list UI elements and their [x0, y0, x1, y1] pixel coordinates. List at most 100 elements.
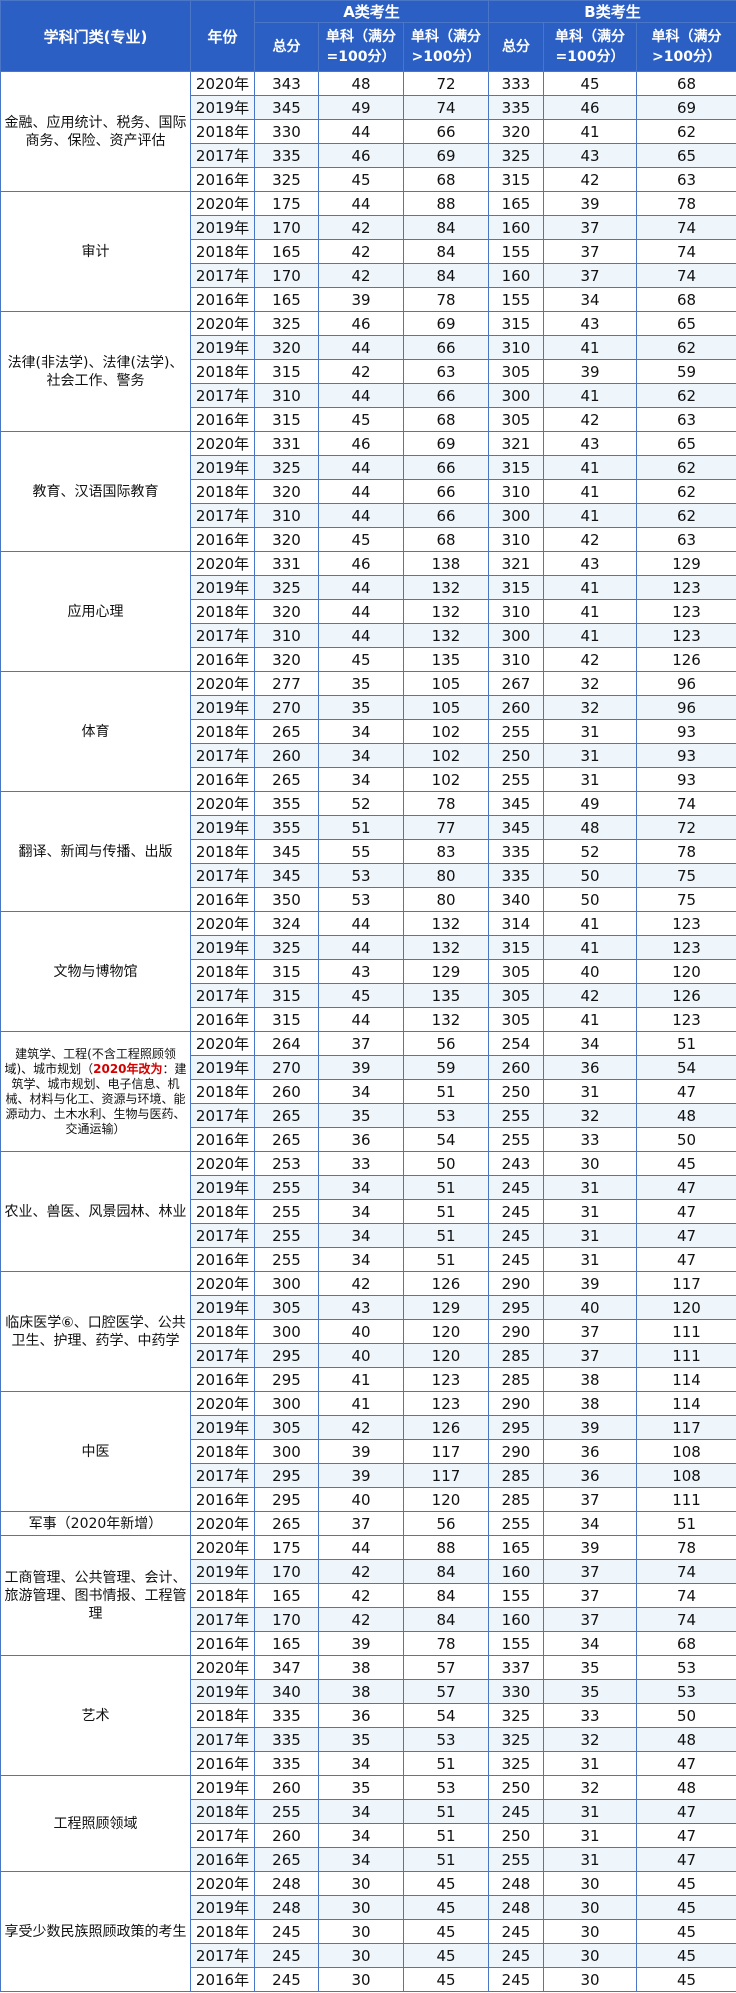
a-single-over100-cell: 66 [403, 383, 489, 408]
a-total-cell: 170 [254, 263, 319, 288]
b-single-over100-cell: 68 [635, 287, 736, 312]
a-single-100-cell: 55 [318, 839, 404, 864]
b-single-100-cell: 31 [543, 1751, 637, 1776]
a-single-over100-cell: 129 [403, 959, 489, 984]
b-single-over100-cell: 45 [635, 1919, 736, 1944]
year-cell: 2017年 [190, 1607, 255, 1632]
a-total-cell: 170 [254, 1559, 319, 1584]
year-cell: 2019年 [190, 1895, 255, 1920]
b-single-over100-cell: 93 [635, 743, 736, 768]
b-total-cell: 250 [488, 743, 544, 768]
a-total-cell: 175 [254, 191, 319, 216]
year-cell: 2020年 [190, 1511, 255, 1536]
b-single-over100-cell: 108 [635, 1463, 736, 1488]
a-single-100-cell: 45 [318, 407, 404, 432]
a-single-100-cell: 30 [318, 1871, 404, 1896]
b-single-100-cell: 37 [543, 239, 637, 264]
b-single-100-cell: 43 [543, 311, 637, 336]
b-single-over100-cell: 63 [635, 167, 736, 192]
a-single-100-cell: 34 [318, 1175, 404, 1200]
a-single-100-cell: 44 [318, 383, 404, 408]
b-single-100-cell: 41 [543, 335, 637, 360]
a-single-over100-cell: 69 [403, 431, 489, 456]
b-single-over100-cell: 123 [635, 911, 736, 936]
a-single-over100-cell: 66 [403, 335, 489, 360]
a-total-cell: 245 [254, 1943, 319, 1968]
a-single-over100-cell: 83 [403, 839, 489, 864]
year-cell: 2016年 [190, 1247, 255, 1272]
b-single-over100-cell: 123 [635, 599, 736, 624]
a-single-over100-cell: 57 [403, 1655, 489, 1680]
a-total-cell: 340 [254, 1679, 319, 1704]
b-single-100-cell: 42 [543, 407, 637, 432]
b-total-cell: 315 [488, 311, 544, 336]
b-single-100-cell: 42 [543, 167, 637, 192]
b-total-cell: 310 [488, 599, 544, 624]
b-total-cell: 295 [488, 1295, 544, 1320]
b-single-100-cell: 34 [543, 1031, 637, 1056]
b-single-100-cell: 41 [543, 383, 637, 408]
b-single-100-cell: 50 [543, 863, 637, 888]
a-single-100-cell: 43 [318, 1295, 404, 1320]
a-single-100-cell: 42 [318, 1583, 404, 1608]
a-total-cell: 270 [254, 1055, 319, 1080]
b-single-100-cell: 37 [543, 215, 637, 240]
header-year: 年份 [190, 0, 255, 72]
a-single-100-cell: 42 [318, 1271, 404, 1296]
year-cell: 2020年 [190, 311, 255, 336]
a-single-over100-cell: 102 [403, 719, 489, 744]
a-single-100-cell: 44 [318, 503, 404, 528]
a-single-over100-cell: 66 [403, 455, 489, 480]
b-single-100-cell: 37 [543, 1559, 637, 1584]
a-single-100-cell: 30 [318, 1919, 404, 1944]
a-total-cell: 335 [254, 1727, 319, 1752]
b-single-over100-cell: 74 [635, 239, 736, 264]
a-single-100-cell: 46 [318, 143, 404, 168]
b-single-over100-cell: 62 [635, 479, 736, 504]
b-total-cell: 333 [488, 71, 544, 96]
year-cell: 2019年 [190, 1415, 255, 1440]
a-total-cell: 310 [254, 503, 319, 528]
a-single-over100-cell: 51 [403, 1223, 489, 1248]
category-cell: 工程照顾领域 [0, 1775, 191, 1872]
a-single-100-cell: 40 [318, 1319, 404, 1344]
a-total-cell: 350 [254, 887, 319, 912]
a-single-over100-cell: 117 [403, 1439, 489, 1464]
year-cell: 2020年 [190, 1535, 255, 1560]
a-total-cell: 345 [254, 95, 319, 120]
a-single-100-cell: 39 [318, 1631, 404, 1656]
a-single-100-cell: 45 [318, 647, 404, 672]
a-single-100-cell: 37 [318, 1031, 404, 1056]
b-single-over100-cell: 78 [635, 1535, 736, 1560]
category-name: 金融、应用统计、税务、国际商务、保险、资产评估 [4, 114, 187, 149]
a-single-over100-cell: 66 [403, 503, 489, 528]
header-category: 学科门类(专业) [0, 0, 191, 72]
b-single-100-cell: 32 [543, 695, 637, 720]
b-single-over100-cell: 62 [635, 455, 736, 480]
a-single-over100-cell: 78 [403, 791, 489, 816]
b-single-over100-cell: 129 [635, 551, 736, 576]
b-total-cell: 260 [488, 1055, 544, 1080]
a-total-cell: 265 [254, 719, 319, 744]
b-single-100-cell: 32 [543, 1727, 637, 1752]
a-single-100-cell: 44 [318, 455, 404, 480]
b-single-100-cell: 37 [543, 1583, 637, 1608]
a-single-over100-cell: 57 [403, 1679, 489, 1704]
b-single-100-cell: 41 [543, 455, 637, 480]
a-total-cell: 335 [254, 1703, 319, 1728]
year-cell: 2020年 [190, 431, 255, 456]
b-total-cell: 321 [488, 551, 544, 576]
category-cell: 文物与博物馆 [0, 911, 191, 1032]
b-single-over100-cell: 65 [635, 431, 736, 456]
b-single-over100-cell: 123 [635, 623, 736, 648]
year-cell: 2017年 [190, 1103, 255, 1128]
a-single-100-cell: 34 [318, 1799, 404, 1824]
b-total-cell: 245 [488, 1199, 544, 1224]
a-total-cell: 331 [254, 551, 319, 576]
table-body: 金融、应用统计、税务、国际商务、保险、资产评估 2020年 343 48 72 333 45… [0, 71, 736, 1992]
b-total-cell: 245 [488, 1175, 544, 1200]
a-total-cell: 170 [254, 215, 319, 240]
a-total-cell: 320 [254, 599, 319, 624]
b-total-cell: 290 [488, 1319, 544, 1344]
a-single-over100-cell: 120 [403, 1487, 489, 1512]
